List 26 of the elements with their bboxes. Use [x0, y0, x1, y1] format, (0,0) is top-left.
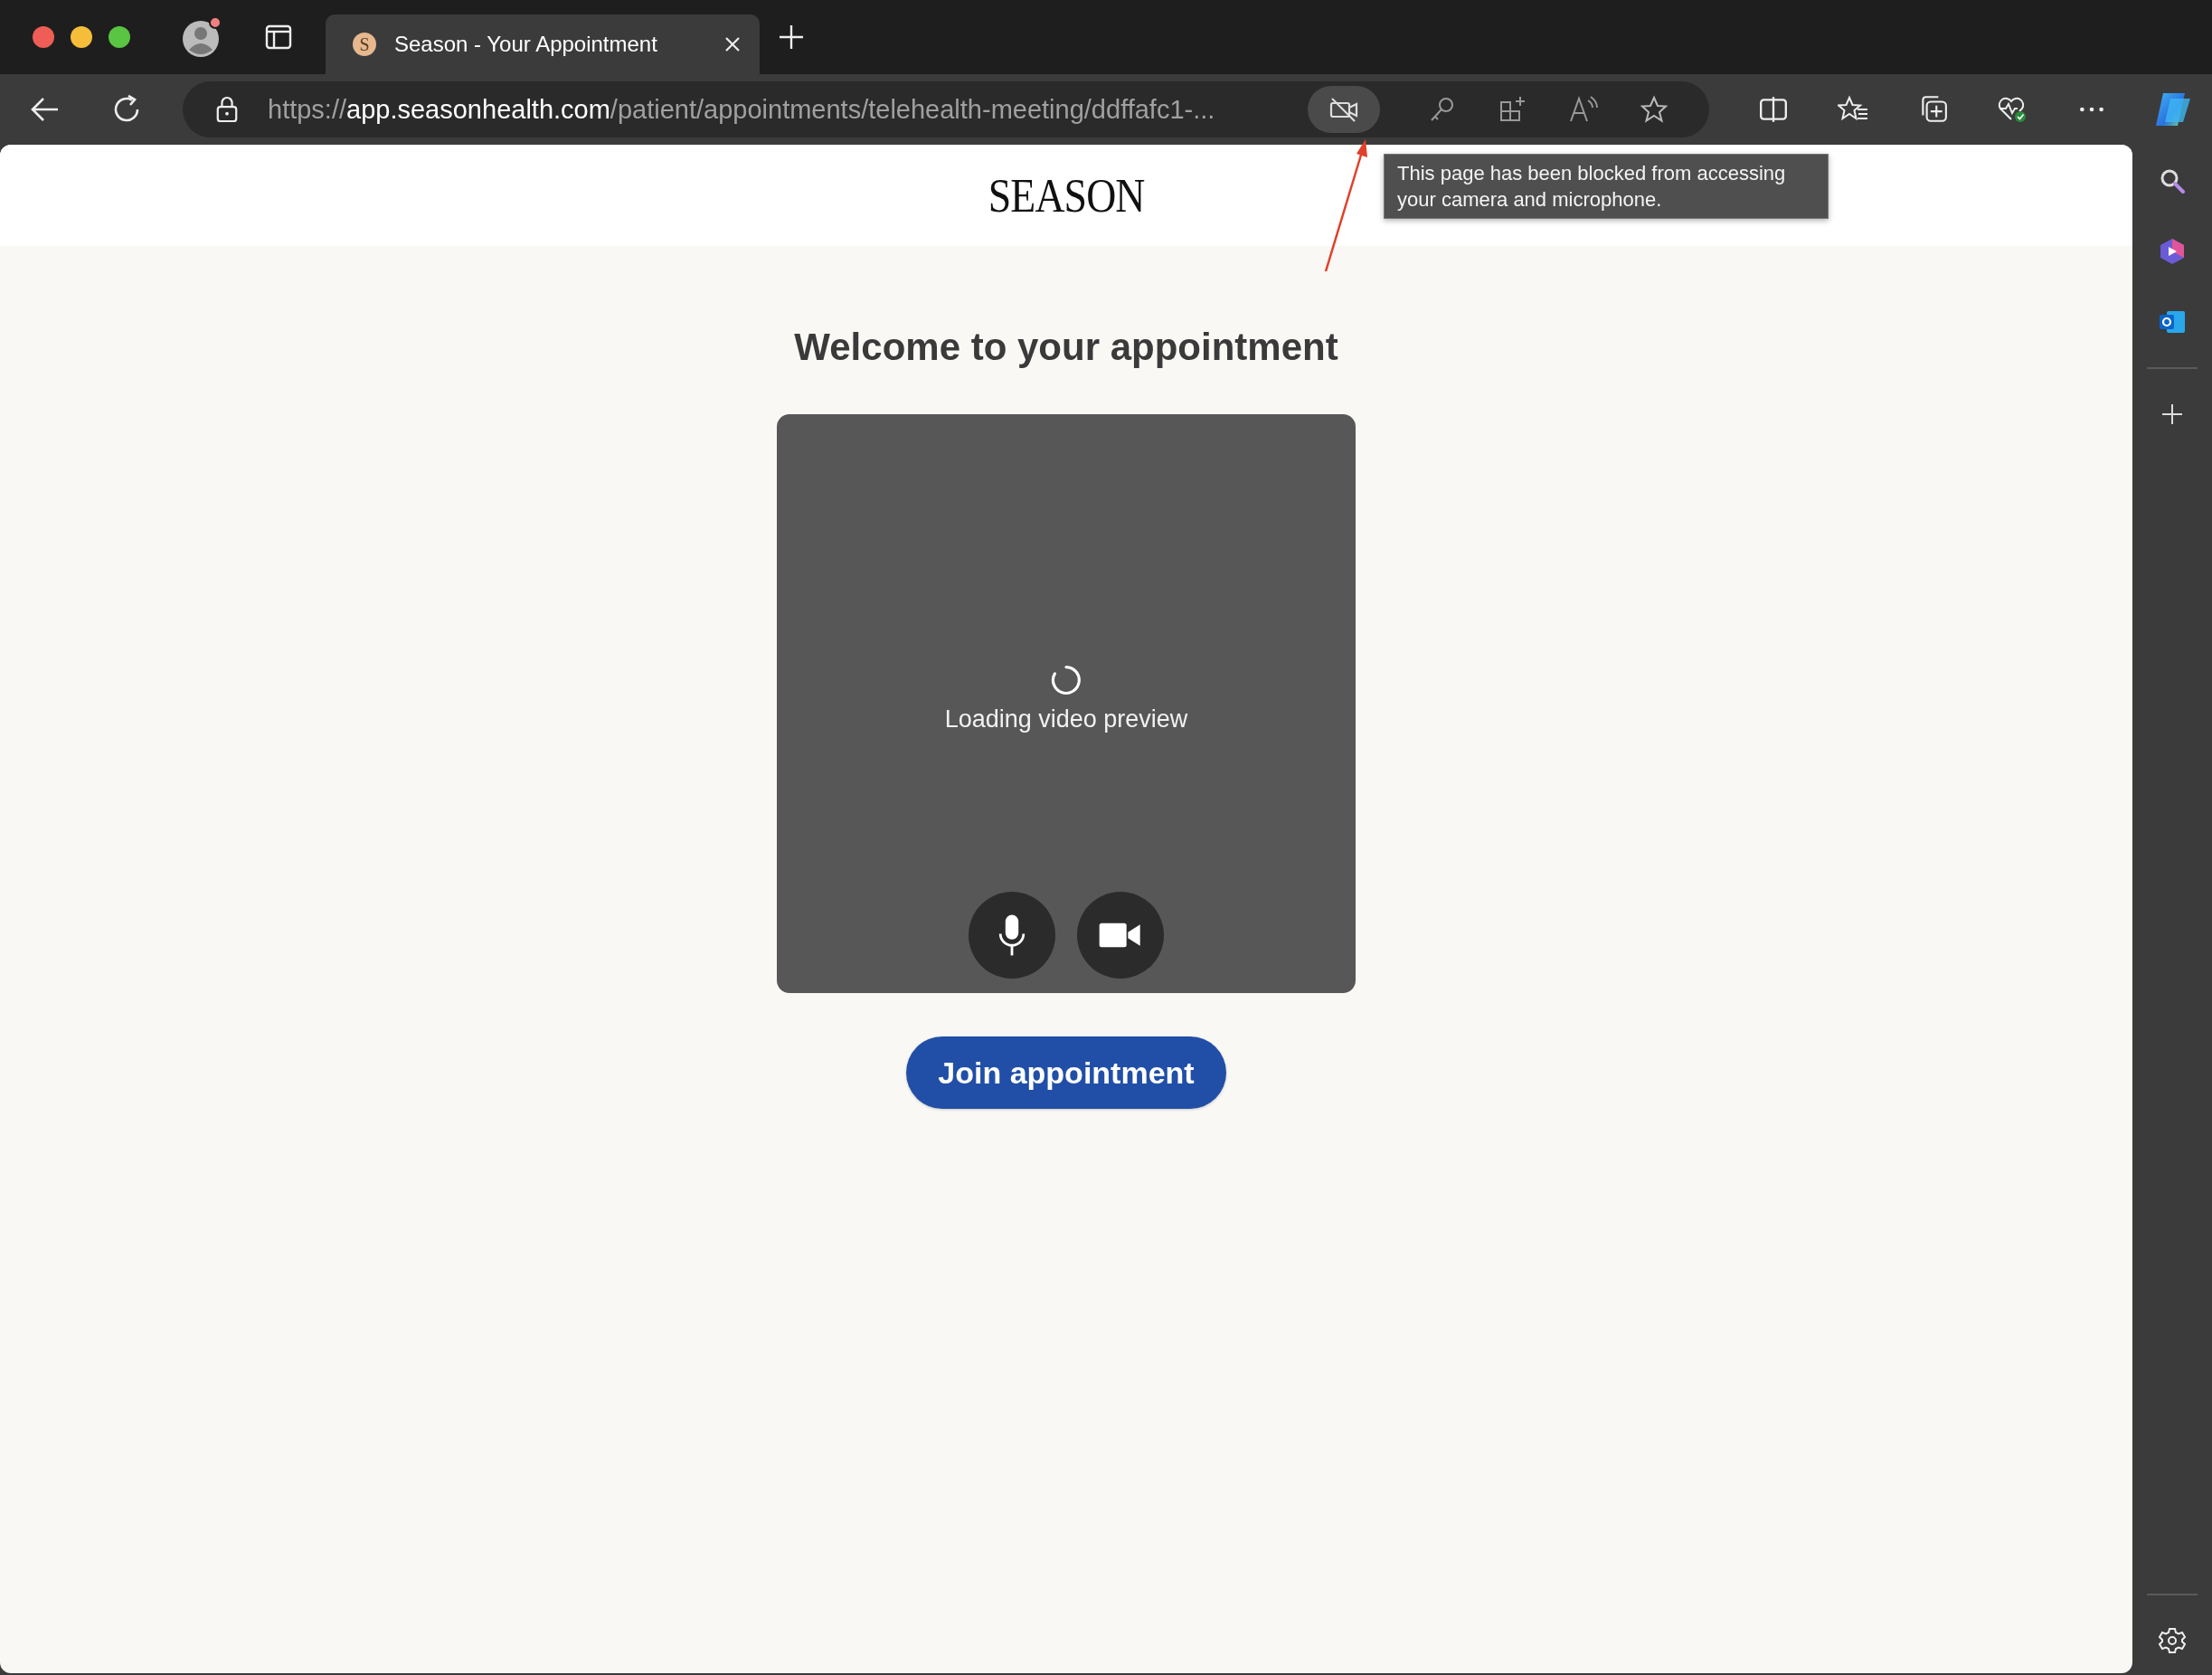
- loading-status-text: Loading video preview: [944, 705, 1188, 733]
- page-heading: Welcome to your appointment: [794, 326, 1338, 369]
- loading-spinner-icon: [1050, 664, 1082, 696]
- address-bar[interactable]: https://app.seasonhealth.com/patient/appointments/telehealth-meeting/ddffafc1-...: [183, 81, 1709, 137]
- tooltip: This page has been blocked from accessing your camera and microphone.: [1384, 154, 1829, 219]
- close-icon[interactable]: [723, 35, 742, 53]
- url-text[interactable]: https://app.seasonhealth.com/patient/appointments/telehealth-meeting/ddffafc1-...: [268, 94, 1308, 125]
- new-tab-icon[interactable]: [778, 24, 805, 51]
- microphone-icon: [997, 913, 1026, 958]
- zoom-window-button[interactable]: [109, 26, 130, 48]
- favicon: S: [353, 33, 376, 56]
- settings-icon[interactable]: [2158, 1626, 2187, 1655]
- browser-tab[interactable]: S Season - Your Appointment: [326, 14, 760, 74]
- lock-icon[interactable]: [215, 96, 239, 123]
- split-screen-icon[interactable]: [1758, 94, 1789, 125]
- close-window-button[interactable]: [33, 26, 54, 48]
- tab-title: Season - Your Appointment: [394, 32, 658, 57]
- camera-off-icon: [1328, 96, 1360, 123]
- minimize-window-button[interactable]: [71, 26, 92, 48]
- season-logo[interactable]: SEASON: [988, 168, 1145, 222]
- tab-actions-icon[interactable]: [264, 23, 293, 52]
- camera-blocked-button[interactable]: [1308, 86, 1380, 133]
- join-appointment-button[interactable]: Join appointment: [906, 1036, 1226, 1109]
- hexagon-logo-icon[interactable]: [2158, 237, 2187, 266]
- read-aloud-icon[interactable]: [1568, 95, 1599, 124]
- star-icon[interactable]: [1639, 95, 1669, 124]
